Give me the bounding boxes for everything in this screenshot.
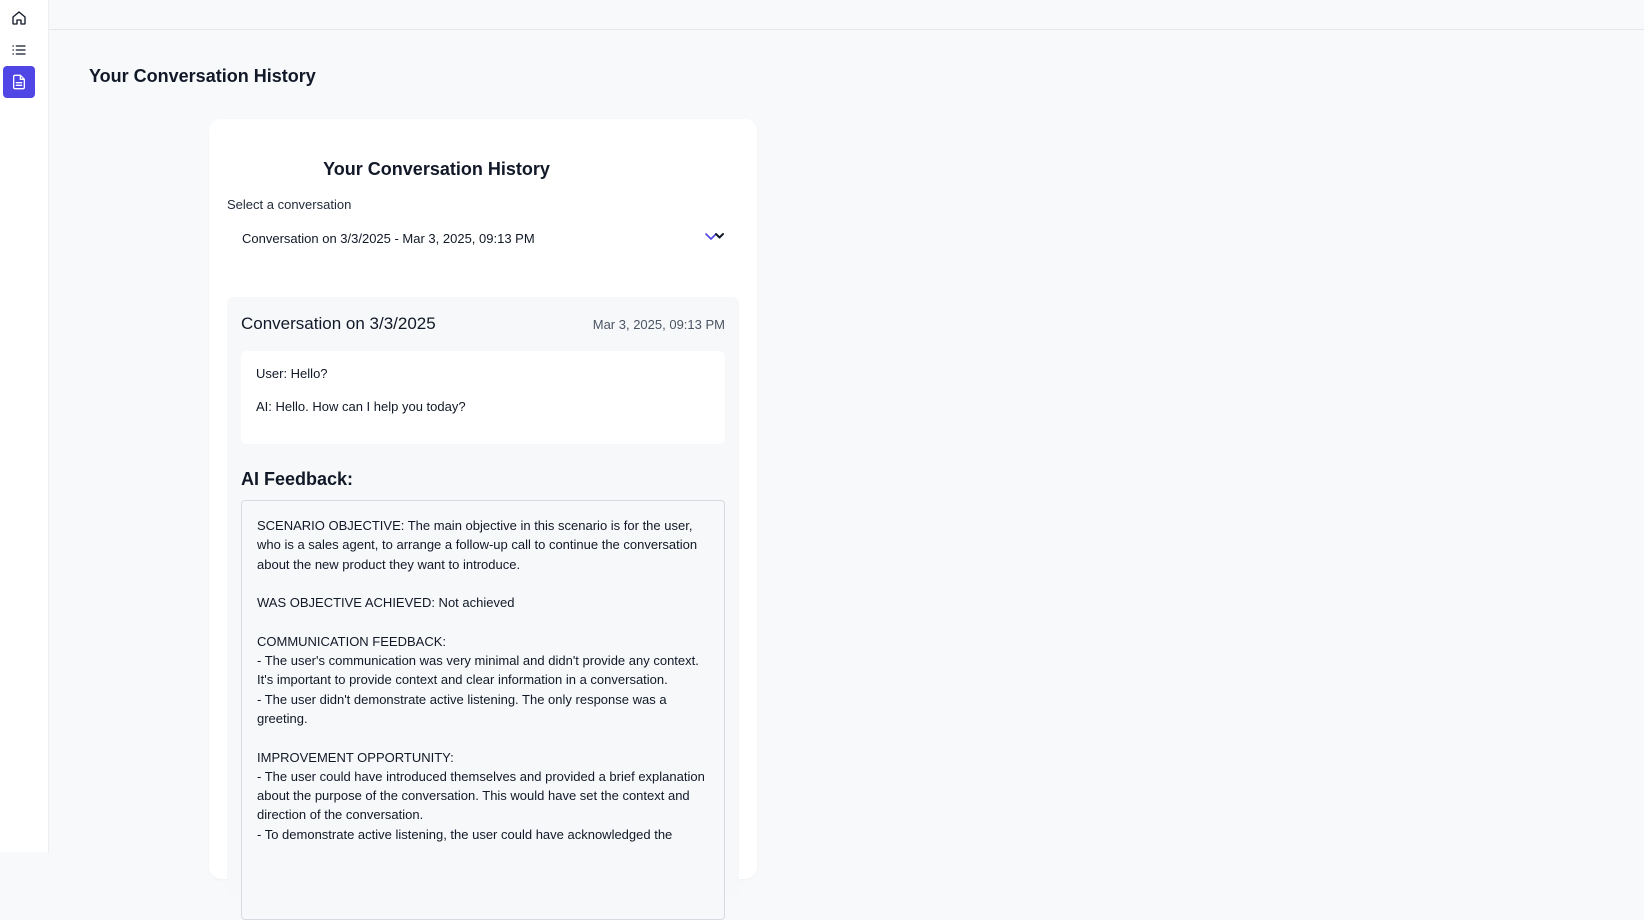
conversation-select-value: Conversation on 3/3/2025 - Mar 3, 2025, … — [242, 230, 535, 246]
nav-home-button[interactable] — [3, 2, 35, 34]
nav-history-button[interactable] — [3, 66, 35, 98]
card-title: Your Conversation History — [323, 159, 550, 179]
conversation-select[interactable]: Conversation on 3/3/2025 - Mar 3, 2025, … — [227, 217, 739, 259]
message-ai: AI: Hello. How can I help you today? — [256, 399, 466, 414]
select-label: Select a conversation — [227, 197, 352, 212]
feedback-heading: AI Feedback: — [241, 469, 354, 489]
conversation-panel: Conversation on 3/3/2025 Mar 3, 2025, 09… — [227, 297, 739, 920]
message-user: User: Hello? — [256, 366, 328, 381]
home-icon — [12, 11, 26, 25]
conversation-title: Conversation on 3/3/2025 — [241, 314, 436, 333]
feedback-text-box[interactable]: SCENARIO OBJECTIVE: The main objective i… — [241, 500, 725, 920]
conversation-date: Mar 3, 2025, 09:13 PM — [592, 317, 725, 332]
sidebar — [0, 0, 49, 852]
list-icon — [12, 45, 26, 55]
top-bar — [49, 0, 1644, 30]
nav-list-button[interactable] — [3, 34, 35, 66]
document-icon — [13, 74, 25, 90]
messages-box: User: Hello? AI: Hello. How can I help y… — [241, 351, 725, 444]
page-title: Your Conversation History — [89, 66, 316, 86]
conversation-history-card: Your Conversation History Select a conve… — [209, 119, 757, 920]
chevron-down-icon — [705, 233, 724, 240]
